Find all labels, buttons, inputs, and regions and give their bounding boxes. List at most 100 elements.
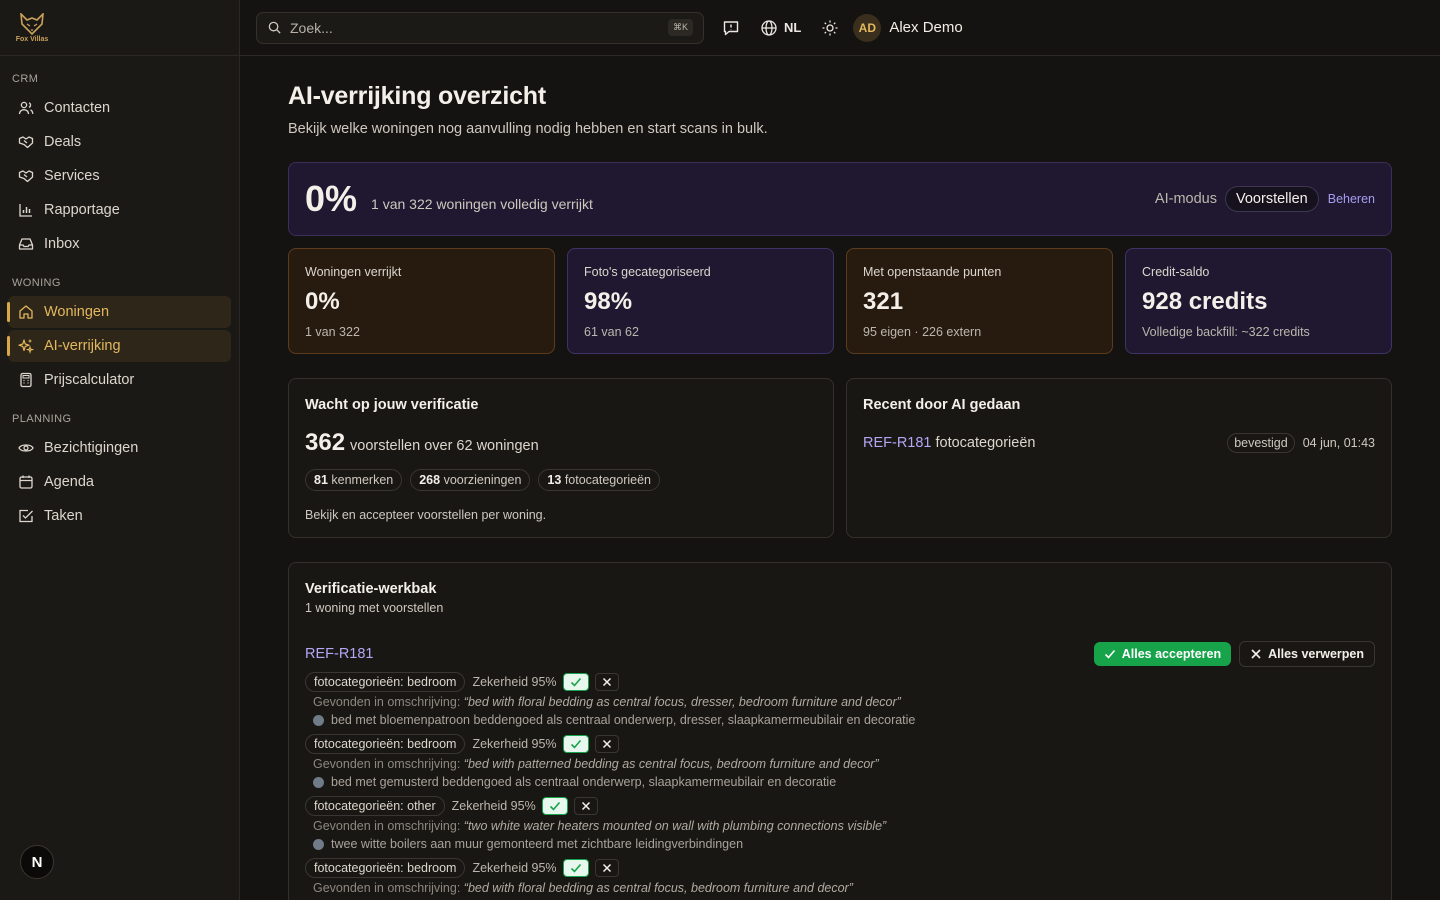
sidebar-item-label: Bezichtigingen bbox=[44, 440, 139, 456]
manage-link[interactable]: Beheren bbox=[1328, 192, 1375, 206]
chip-count: 268 bbox=[419, 473, 441, 487]
reject-button[interactable] bbox=[573, 797, 598, 815]
suggestion-row: fotocategorieën: bedroom Zekerheid 95% bbox=[305, 733, 1375, 755]
reject-button[interactable] bbox=[594, 859, 619, 877]
translation-dot-icon bbox=[313, 838, 324, 850]
home-icon bbox=[19, 305, 33, 319]
suggestion-row: fotocategorieën: other Zekerheid 95% bbox=[305, 795, 1375, 817]
sidebar-item-prijscalculator[interactable]: Prijscalculator bbox=[8, 364, 231, 396]
recent-item: REF-R181 fotocategorieën bevestigd 04 ju… bbox=[863, 433, 1375, 453]
stat-label: Credit-saldo bbox=[1142, 265, 1210, 279]
check-icon bbox=[1104, 649, 1115, 659]
check-icon bbox=[570, 677, 581, 687]
sidebar: Fox Villas CRM Contacten Deals Services … bbox=[0, 0, 240, 900]
suggestion-item: fotocategorieën: bedroom Zekerheid 95% G… bbox=[305, 733, 1375, 791]
sidebar-item-label: AI-verrijking bbox=[44, 338, 121, 354]
found-in-description: Gevonden in omschrijving: “bed with flor… bbox=[313, 693, 1375, 711]
ai-mode-select[interactable]: Voorstellen bbox=[1224, 186, 1319, 212]
stat-label: Foto's gecategoriseerd bbox=[584, 265, 711, 279]
chip-kenmerken[interactable]: 81 kenmerken bbox=[305, 469, 403, 491]
search-box[interactable]: ⌘K bbox=[256, 11, 704, 44]
next-dev-button[interactable]: N bbox=[20, 845, 54, 879]
confidence: Zekerheid 95% bbox=[472, 737, 557, 751]
confidence: Zekerheid 95% bbox=[451, 799, 536, 813]
accept-button[interactable] bbox=[562, 859, 589, 877]
suggestion-label: fotocategorieën: other bbox=[305, 796, 445, 816]
close-icon bbox=[602, 677, 611, 687]
sidebar-item-services[interactable]: Services bbox=[8, 160, 231, 192]
found-quote: “bed with floral bedding as central focu… bbox=[463, 881, 853, 895]
stat-label: Woningen verrijkt bbox=[305, 265, 402, 279]
brand-logo[interactable]: Fox Villas bbox=[12, 8, 52, 48]
globe-icon bbox=[761, 19, 777, 36]
ai-mode-label: AI-modus bbox=[1154, 191, 1217, 207]
accept-button[interactable] bbox=[541, 797, 568, 815]
stat-card-open-points: Met openstaande punten 321 95 eigen · 22… bbox=[846, 248, 1113, 354]
chip-label: fotocategorieën bbox=[564, 473, 651, 487]
sidebar-item-agenda[interactable]: Agenda bbox=[8, 466, 231, 498]
language-switcher[interactable]: NL bbox=[760, 19, 801, 37]
stat-card-fotos: Foto's gecategoriseerd 98% 61 van 62 bbox=[567, 248, 834, 354]
chip-fotocategorieen[interactable]: 13 fotocategorieën bbox=[538, 469, 660, 491]
sidebar-item-label: Rapportage bbox=[44, 202, 120, 218]
verification-footer: Bekijk en accepteer voorstellen per woni… bbox=[305, 508, 547, 522]
fox-logo-icon bbox=[20, 12, 44, 35]
reject-button[interactable] bbox=[594, 673, 619, 691]
sidebar-item-label: Prijscalculator bbox=[44, 372, 135, 388]
enrichment-summary: 0% 1 van 322 woningen volledig verrijkt … bbox=[288, 162, 1392, 236]
reject-all-button[interactable]: Alles verwerpen bbox=[1239, 641, 1375, 667]
verification-count-text: voorstellen over 62 woningen bbox=[350, 438, 539, 454]
confidence: Zekerheid 95% bbox=[472, 675, 557, 689]
suggestion-label: fotocategorieën: bedroom bbox=[305, 858, 466, 878]
search-input[interactable] bbox=[290, 19, 668, 36]
stat-sub: 1 van 322 bbox=[305, 325, 360, 339]
sidebar-item-ai-verrijking[interactable]: AI-verrijking bbox=[7, 330, 231, 362]
accept-button[interactable] bbox=[562, 673, 589, 691]
sidebar-item-woningen[interactable]: Woningen bbox=[7, 296, 231, 328]
workbench-property-header: REF-R181 Alles accepteren Alles verwerpe… bbox=[305, 641, 1375, 667]
enrichment-percent: 0% bbox=[305, 178, 358, 219]
workbench-title: Verificatie-werkbak bbox=[305, 581, 437, 597]
suggestion-row: fotocategorieën: bedroom Zekerheid 95% bbox=[305, 857, 1375, 879]
accept-button[interactable] bbox=[562, 735, 589, 753]
feedback-button[interactable] bbox=[722, 19, 740, 37]
chip-voorzieningen[interactable]: 268 voorzieningen bbox=[410, 469, 531, 491]
sidebar-item-rapportage[interactable]: Rapportage bbox=[8, 194, 231, 226]
verification-chips: 81 kenmerken 268 voorzieningen 13 fotoca… bbox=[305, 469, 817, 491]
stat-value: 0% bbox=[305, 288, 340, 315]
users-icon bbox=[18, 101, 34, 115]
main-content: AI-verrijking overzicht Bekijk welke won… bbox=[288, 56, 1392, 900]
sidebar-item-inbox[interactable]: Inbox bbox=[8, 228, 231, 260]
message-square-icon bbox=[723, 20, 739, 35]
topbar: ⌘K NL AD Alex Demo bbox=[240, 0, 1440, 56]
user-menu[interactable]: AD Alex Demo bbox=[853, 13, 963, 42]
reject-button[interactable] bbox=[594, 735, 619, 753]
ai-mode-controls: AI-modus Voorstellen Beheren bbox=[1155, 186, 1375, 212]
page-title: AI-verrijking overzicht bbox=[288, 82, 546, 110]
stat-value: 321 bbox=[863, 288, 904, 315]
sidebar-item-bezichtigingen[interactable]: Bezichtigingen bbox=[8, 432, 231, 464]
close-icon bbox=[1251, 649, 1261, 659]
sidebar-item-label: Taken bbox=[44, 508, 83, 524]
nav-heading-crm: CRM bbox=[12, 73, 39, 85]
check-icon bbox=[570, 863, 581, 873]
verification-title: Wacht op jouw verificatie bbox=[305, 397, 479, 413]
sidebar-item-deals[interactable]: Deals bbox=[8, 126, 231, 158]
property-ref-link[interactable]: REF-R181 bbox=[305, 646, 374, 662]
suggestion-label: fotocategorieën: bedroom bbox=[305, 672, 466, 692]
sidebar-item-contacten[interactable]: Contacten bbox=[8, 92, 231, 124]
accept-all-button[interactable]: Alles accepteren bbox=[1093, 642, 1232, 666]
suggestion-item: fotocategorieën: bedroom Zekerheid 95% G… bbox=[305, 857, 1375, 897]
verification-workbench: Verificatie-werkbak 1 woning met voorste… bbox=[288, 562, 1392, 900]
eye-icon bbox=[18, 444, 34, 452]
verification-count-row: 362 voorstellen over 62 woningen bbox=[305, 429, 817, 457]
found-in-description: Gevonden in omschrijving: “bed with patt… bbox=[313, 755, 1375, 773]
cards-row: Wacht op jouw verificatie 362 voorstelle… bbox=[288, 378, 1392, 538]
nav-section-crm: CRM Contacten Deals Services Rapportage … bbox=[0, 70, 239, 260]
sidebar-item-taken[interactable]: Taken bbox=[8, 500, 231, 532]
suggestion-row: fotocategorieën: bedroom Zekerheid 95% bbox=[305, 671, 1375, 693]
recent-ref-link[interactable]: REF-R181 bbox=[863, 435, 932, 451]
recent-item-date: 04 jun, 01:43 bbox=[1302, 436, 1375, 450]
found-quote: “two white water heaters mounted on wall… bbox=[463, 819, 887, 833]
theme-toggle[interactable] bbox=[821, 19, 839, 37]
